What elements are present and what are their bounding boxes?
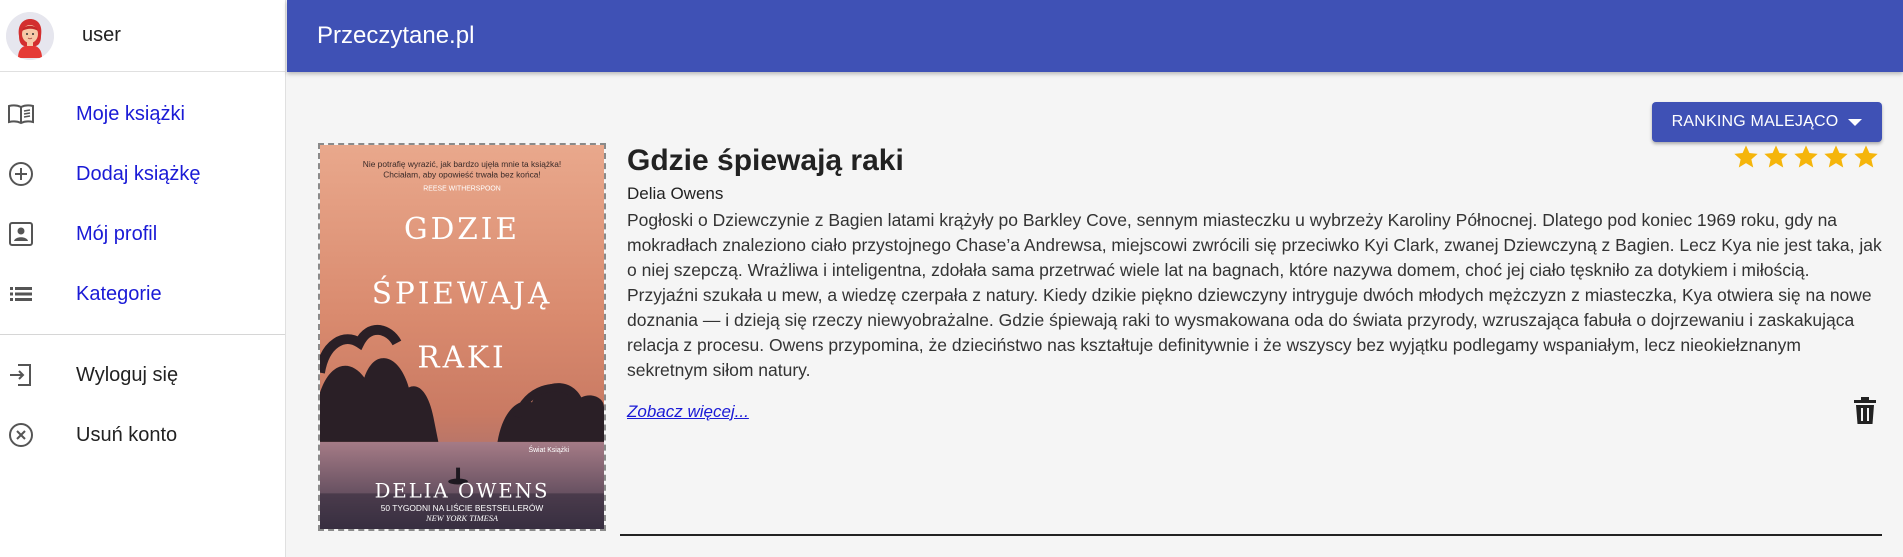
book-title: Gdzie śpiewają raki: [627, 144, 904, 177]
sort-label: RANKING MALEJĄCO: [1671, 113, 1839, 130]
star-icon[interactable]: [1822, 143, 1850, 171]
close-circle-icon: [0, 420, 76, 450]
cover-publisher: Świat Książki: [528, 445, 569, 454]
star-icon[interactable]: [1732, 143, 1760, 171]
app-title[interactable]: Przeczytane.pl: [317, 22, 474, 50]
rating-stars[interactable]: [1732, 143, 1880, 171]
avatar[interactable]: [6, 11, 54, 60]
cover-title-line2: ŚPIEWAJĄ: [372, 274, 553, 310]
cover-tagline1: 50 TYGODNI NA LIŚCIE BESTSELLERÓW: [381, 502, 544, 513]
sidebar-item-label: Wyloguj się: [76, 363, 179, 386]
sidebar-item-logout[interactable]: Wyloguj się: [0, 345, 285, 405]
sidebar-divider: [0, 334, 285, 335]
cover-quote-line1: Nie potrafię wyrazić, jak bardzo ujęła m…: [363, 159, 561, 169]
list-icon: [0, 279, 76, 309]
star-icon[interactable]: [1762, 143, 1790, 171]
app-header: Przeczytane.pl: [287, 0, 1903, 72]
user-name: user: [82, 24, 121, 46]
sidebar-item-delete-account[interactable]: Usuń konto: [0, 405, 285, 465]
star-icon[interactable]: [1792, 143, 1820, 171]
book-author: Delia Owens: [627, 184, 724, 203]
book-cover[interactable]: Nie potrafię wyrazić, jak bardzo ujęła m…: [318, 143, 606, 531]
sidebar-item-categories[interactable]: Kategorie: [0, 264, 285, 324]
profile-card-icon: [0, 219, 76, 249]
caret-down-icon: [1848, 118, 1863, 126]
delete-book-button[interactable]: [1852, 396, 1878, 426]
sidebar-item-label: Dodaj książkę: [76, 162, 201, 185]
sidebar-item-label: Mój profil: [76, 222, 158, 245]
user-header: user: [0, 0, 285, 72]
sidebar-item-add-book[interactable]: Dodaj książkę: [0, 144, 285, 204]
cover-quote-line2: Chciałam, aby opowieść trwała bez końca!: [383, 170, 541, 180]
cover-tagline2: NEW YORK TIMESA: [425, 514, 499, 523]
cover-author: DELIA OWENS: [375, 479, 550, 502]
cover-title-line1: GDZIE: [404, 211, 520, 246]
sidebar-item-label: Usuń konto: [76, 423, 178, 446]
star-icon[interactable]: [1852, 143, 1880, 171]
logout-icon: [0, 360, 76, 390]
sort-dropdown-button[interactable]: RANKING MALEJĄCO: [1652, 102, 1882, 142]
book-description: Pogłoski o Dziewczynie z Bagien latami k…: [627, 210, 1882, 380]
plus-circle-icon: [0, 159, 76, 189]
sidebar-nav: Moje książki Dodaj książkę Mój profil Ka…: [0, 72, 285, 465]
cover-title-line3: RAKI: [417, 340, 506, 375]
sidebar-item-my-profile[interactable]: Mój profil: [0, 204, 285, 264]
see-more-link[interactable]: Zobacz więcej...: [627, 402, 749, 422]
sidebar-item-label: Moje książki: [76, 102, 185, 125]
book-open-icon: [0, 99, 76, 129]
sidebar-item-my-books[interactable]: Moje książki: [0, 84, 285, 144]
cover-quote-author: REESE WITHERSPOON: [423, 186, 500, 193]
trash-icon: [1854, 397, 1876, 424]
sidebar: user Moje książki Dodaj książkę Mój prof…: [0, 0, 286, 557]
card-divider: [620, 534, 1882, 536]
sidebar-item-label: Kategorie: [76, 282, 162, 305]
